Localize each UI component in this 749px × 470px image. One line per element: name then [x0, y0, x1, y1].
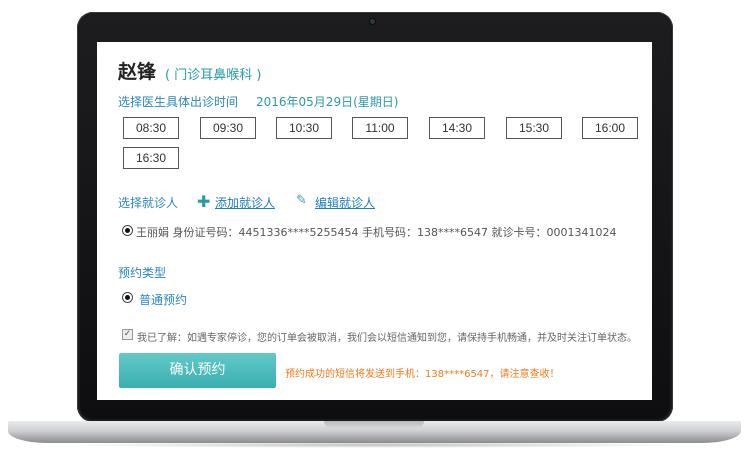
schedule-label: 选择医生具体出诊时间 [118, 95, 239, 109]
time-slot-0930[interactable]: 09:30 [200, 117, 256, 139]
patient-select-label: 选择就诊人 [118, 196, 179, 210]
pencil-icon[interactable]: ✎ [296, 193, 307, 208]
time-slot-1630[interactable]: 16:30 [123, 147, 179, 169]
add-patient-link[interactable]: 添加就诊人 [215, 194, 275, 211]
webcam-icon [370, 19, 375, 24]
laptop-screen: 赵锋 ( 门诊耳鼻喉科 ) 选择医生具体出诊时间 2016年05月29日(星期日… [97, 42, 652, 400]
appointment-type-option[interactable]: 普通预约 [139, 291, 187, 308]
sms-notice: 预约成功的短信将发送到手机：138****6547，请注意查收！ [285, 369, 560, 380]
patient-radio[interactable] [122, 225, 133, 236]
agreement-text: 我已了解：如遇专家停诊，您的订单会被取消，我们会以短信通知到您，请保持手机畅通，… [137, 333, 637, 344]
appointment-type-radio[interactable] [122, 292, 133, 303]
time-slot-1430[interactable]: 14:30 [429, 117, 485, 139]
edit-patient-link[interactable]: 编辑就诊人 [315, 194, 375, 211]
confirm-appointment-button[interactable]: 确认预约 [119, 353, 276, 388]
plus-icon[interactable]: ✚ [197, 192, 210, 211]
doctor-name: 赵锋 [118, 61, 157, 83]
time-slot-1600[interactable]: 16:00 [582, 117, 638, 139]
time-slot-1030[interactable]: 10:30 [276, 117, 332, 139]
time-slot-0830[interactable]: 08:30 [123, 117, 179, 139]
patient-info: 王丽娟 身份证号码：4451336****5255454 手机号码：138***… [136, 226, 617, 239]
schedule-date: 2016年05月29日(星期日) [256, 95, 399, 109]
agreement-checkbox[interactable]: ✓ [122, 329, 133, 340]
time-slot-1100[interactable]: 11:00 [352, 117, 408, 139]
doctor-department: ( 门诊耳鼻喉科 ) [165, 68, 262, 83]
laptop-notch [324, 421, 424, 428]
time-slot-1530[interactable]: 15:30 [506, 117, 562, 139]
laptop-shadow [60, 442, 689, 448]
appointment-type-label: 预约类型 [118, 266, 167, 280]
